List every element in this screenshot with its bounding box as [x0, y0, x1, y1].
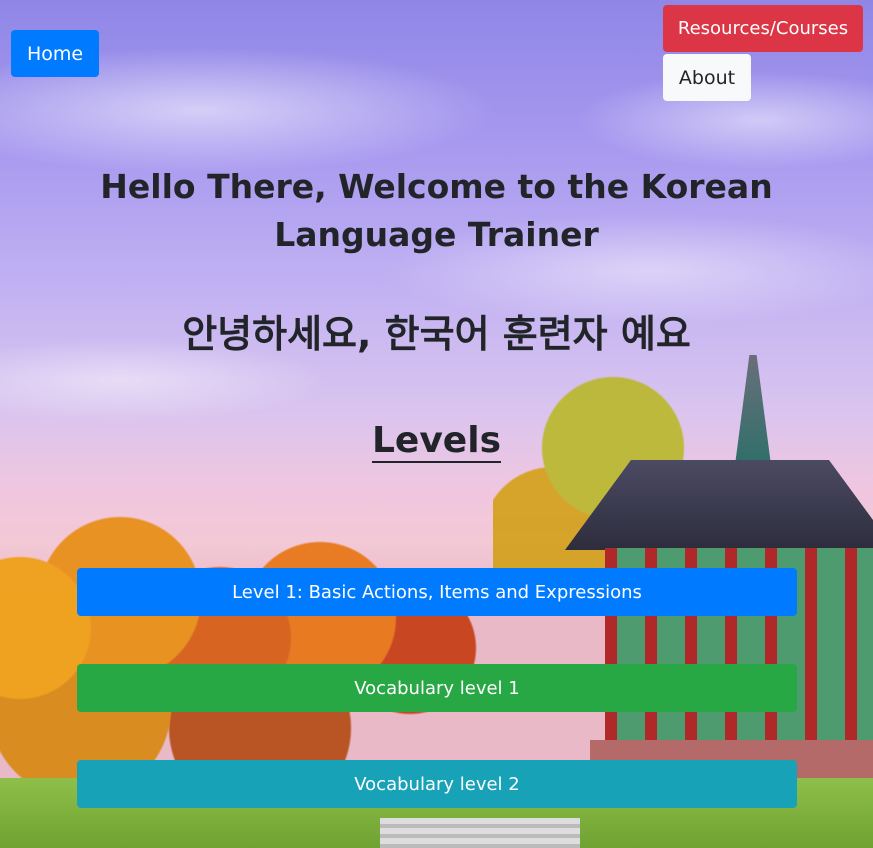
- home-button[interactable]: Home: [11, 30, 99, 77]
- level-1-button[interactable]: Level 1: Basic Actions, Items and Expres…: [77, 568, 797, 616]
- vocabulary-level-1-button[interactable]: Vocabulary level 1: [77, 664, 797, 712]
- stone-steps: [380, 818, 580, 848]
- levels-heading-text: Levels: [371, 420, 501, 463]
- resources-courses-button[interactable]: Resources/Courses: [663, 5, 863, 52]
- levels-heading: Levels: [0, 417, 873, 465]
- vocabulary-level-2-button[interactable]: Vocabulary level 2: [77, 760, 797, 808]
- page-title: Hello There, Welcome to the Korean Langu…: [100, 167, 773, 254]
- korean-greeting: 안녕하세요, 한국어 훈련자 예요: [182, 312, 691, 356]
- about-button[interactable]: About: [663, 54, 751, 101]
- page: Home Resources/Courses About Hello There…: [0, 0, 873, 848]
